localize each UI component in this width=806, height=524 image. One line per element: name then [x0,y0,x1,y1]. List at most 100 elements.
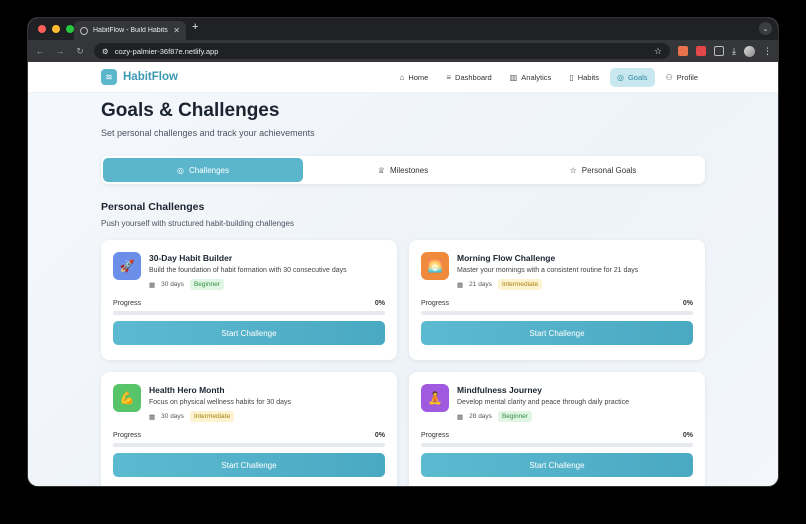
home-icon: ⌂ [399,72,405,82]
challenge-description: Master your mornings with a consistent r… [457,267,639,274]
calendar-icon: ▦ [457,413,464,421]
chevron-down-icon[interactable]: ⌄ [759,22,772,35]
challenge-description: Develop mental clarity and peace through… [457,399,629,406]
progress-percent: 0% [682,432,693,439]
calendar-icon: ▦ [457,281,464,289]
target-icon: ◎ [616,72,624,82]
start-challenge-button[interactable]: Start Challenge [113,321,385,345]
nav-goals[interactable]: ◎ Goals [609,67,655,87]
progress-row: Progress 0% [113,432,385,439]
progress-bar [113,311,385,315]
bookmark-star-icon[interactable]: ☆ [654,46,662,57]
challenge-info: 30-Day Habit Builder Build the foundatio… [149,252,347,290]
challenge-title: 30-Day Habit Builder [149,253,233,263]
progress-row: Progress 0% [113,300,385,307]
challenge-header: 🚀 30-Day Habit Builder Build the foundat… [113,252,385,290]
page-title: Goals & Challenges [101,100,280,121]
url-text: cozy-palmier-36f87e.netlify.app [114,46,219,56]
challenge-title: Health Hero Month [149,385,225,395]
challenge-duration: 21 days [469,281,492,288]
start-challenge-button[interactable]: Start Challenge [113,453,385,477]
challenge-duration: 28 days [469,413,492,420]
progress-percent: 0% [374,432,385,439]
nav-label: Home [408,72,429,82]
tab-personal-goals[interactable]: ☆ Personal Goals [503,158,703,182]
progress-percent: 0% [374,300,385,307]
window-controls [38,25,74,33]
nav-label: Goals [627,72,648,82]
challenge-description: Build the foundation of habit formation … [149,267,347,274]
difficulty-badge: Intermediate [497,279,543,290]
trophy-icon: ♕ [377,165,385,175]
start-challenge-button[interactable]: Start Challenge [421,321,693,345]
challenge-info: Mindfulness Journey Develop mental clari… [457,384,629,422]
extensions-puzzle-icon[interactable] [714,46,725,56]
nav-home[interactable]: ⌂ Home [393,68,436,87]
challenge-duration: 30 days [161,413,184,420]
difficulty-badge: Beginner [189,279,224,290]
nav-label: Analytics [521,72,552,82]
challenge-title: Mindfulness Journey [457,385,543,395]
progress-label: Progress [421,432,450,439]
challenge-header: 🧘 Mindfulness Journey Develop mental cla… [421,384,693,422]
profile-avatar[interactable] [744,45,755,57]
target-icon: ◎ [176,165,184,175]
tab-milestones[interactable]: ♕ Milestones [303,158,503,182]
main-content: Goals & Challenges Set personal challeng… [28,93,778,486]
challenge-info: Morning Flow Challenge Master your morni… [457,252,638,290]
back-icon[interactable]: ← [34,46,46,56]
nav-label: Profile [676,72,698,82]
progress-percent: 0% [682,300,693,307]
challenge-grid: 🚀 30-Day Habit Builder Build the foundat… [101,240,705,486]
logo-icon: ≋ [101,69,117,85]
page-subtitle: Set personal challenges and track your a… [101,128,315,138]
dashboard-icon: ≡ [446,72,452,82]
rocket-icon: 🚀 [113,252,141,280]
challenge-meta: ▦ 30 days Beginner [149,279,347,290]
challenge-meta: ▦ 28 days Beginner [457,411,629,422]
nav-links: ⌂ Home ≡ Dashboard ▥ Analytics ▯ Habits ◎ Goals ⚇ P… [393,67,706,87]
brand-name: HabitFlow [123,71,178,83]
extension-icon[interactable] [696,46,707,56]
challenge-meta: ▦ 30 days Intermediate [149,411,291,422]
challenge-title: Morning Flow Challenge [457,253,556,263]
book-icon: ▯ [569,72,574,82]
maximize-window-button[interactable] [66,25,74,33]
challenge-header: 💪 Health Hero Month Focus on physical we… [113,384,385,422]
brand[interactable]: ≋ HabitFlow [101,69,178,85]
nav-analytics[interactable]: ▥ Analytics [503,68,559,87]
close-window-button[interactable] [38,25,46,33]
difficulty-badge: Beginner [497,411,532,422]
challenge-header: 🌅 Morning Flow Challenge Master your mor… [421,252,693,290]
browser-toolbar: ← → ↻ ⚙ cozy-palmier-36f87e.netlify.app … [28,40,778,62]
browser-tab[interactable]: HabitFlow - Build Habits Tha ✕ [74,21,186,40]
globe-icon [80,26,88,35]
progress-bar [421,443,693,447]
nav-dashboard[interactable]: ≡ Dashboard [439,68,498,87]
challenge-card: 🌅 Morning Flow Challenge Master your mor… [409,240,705,360]
close-icon[interactable]: ✕ [173,26,180,35]
address-bar[interactable]: ⚙ cozy-palmier-36f87e.netlify.app ☆ [94,43,671,59]
forward-icon[interactable]: → [54,46,66,56]
minimize-window-button[interactable] [52,25,60,33]
star-icon: ☆ [569,165,577,175]
reload-icon[interactable]: ↻ [74,46,86,57]
download-icon[interactable]: ⤓ [732,46,736,57]
nav-profile[interactable]: ⚇ Profile [659,68,705,87]
progress-bar [421,311,693,315]
calendar-icon: ▦ [149,281,156,289]
challenge-card: 🚀 30-Day Habit Builder Build the foundat… [101,240,397,360]
page: ≋ HabitFlow ⌂ Home ≡ Dashboard ▥ Analytics ▯ Ha… [28,62,778,486]
nav-label: Habits [577,72,599,82]
tab-label: Challenges [188,165,229,175]
site-info-icon[interactable]: ⚙ [102,47,109,56]
nav-habits[interactable]: ▯ Habits [562,68,606,87]
section-subtitle: Push yourself with structured habit-buil… [101,219,294,228]
new-tab-button[interactable]: + [192,21,198,33]
more-menu-icon[interactable]: ⋮ [763,46,772,57]
tab-strip: HabitFlow - Build Habits Tha ✕ + ⌄ [28,18,778,40]
tab-challenges[interactable]: ◎ Challenges [103,158,303,182]
extension-icon[interactable] [678,46,689,56]
tab-label: Personal Goals [581,165,637,175]
start-challenge-button[interactable]: Start Challenge [421,453,693,477]
